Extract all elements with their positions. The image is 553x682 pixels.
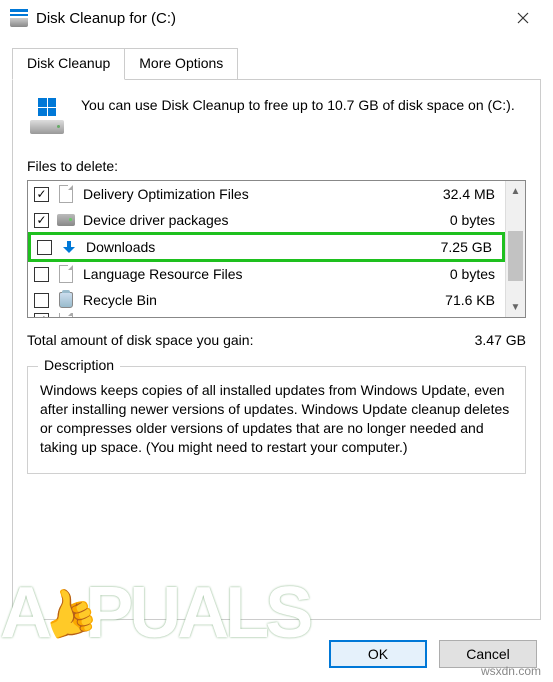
scroll-down-icon[interactable]: ▼ [506, 297, 525, 317]
file-size: 32.4 MB [443, 186, 499, 202]
page-icon [57, 313, 75, 317]
watermark-brand: A👍PUALS [0, 572, 309, 654]
drive-icon [57, 211, 75, 229]
file-list: Delivery Optimization Files32.4 MBDevice… [27, 180, 526, 318]
scrollbar[interactable]: ▲ ▼ [505, 181, 525, 317]
close-icon [517, 12, 529, 24]
tab-strip: Disk Cleanup More Options [12, 48, 541, 80]
checkbox[interactable] [34, 213, 49, 228]
file-name: Downloads [86, 239, 441, 255]
file-name: Delivery Optimization Files [83, 186, 443, 202]
checkbox[interactable] [37, 240, 52, 255]
list-item[interactable]: Temporary files3.01 MB [28, 313, 505, 317]
checkbox[interactable] [34, 187, 49, 202]
scroll-up-icon[interactable]: ▲ [506, 181, 525, 201]
ok-button[interactable]: OK [329, 640, 427, 668]
file-size: 7.25 GB [441, 239, 496, 255]
file-name: Temporary files [83, 315, 443, 317]
description-text: Windows keeps copies of all installed up… [40, 381, 513, 457]
window-title: Disk Cleanup for (C:) [36, 10, 501, 27]
total-label: Total amount of disk space you gain: [27, 332, 475, 348]
description-group: Description Windows keeps copies of all … [27, 366, 526, 474]
intro-row: You can use Disk Cleanup to free up to 1… [27, 96, 526, 136]
total-line: Total amount of disk space you gain: 3.4… [27, 332, 526, 348]
list-item[interactable]: Device driver packages0 bytes [28, 207, 505, 233]
cleanup-icon [27, 96, 67, 136]
down-icon [60, 238, 78, 256]
watermark-site: wsxdn.com [481, 664, 541, 678]
list-item[interactable]: Language Resource Files0 bytes [28, 261, 505, 287]
file-name: Language Resource Files [83, 266, 450, 282]
scroll-thumb[interactable] [508, 231, 523, 281]
file-name: Device driver packages [83, 212, 450, 228]
checkbox[interactable] [34, 293, 49, 308]
close-button[interactable] [501, 2, 545, 34]
file-size: 0 bytes [450, 266, 499, 282]
total-value: 3.47 GB [475, 332, 526, 348]
list-item[interactable]: Recycle Bin71.6 KB [28, 287, 505, 313]
intro-text: You can use Disk Cleanup to free up to 1… [81, 96, 526, 136]
tab-disk-cleanup[interactable]: Disk Cleanup [12, 48, 125, 80]
checkbox[interactable] [34, 267, 49, 282]
files-to-delete-label: Files to delete: [27, 158, 526, 174]
tab-more-options[interactable]: More Options [125, 48, 238, 80]
file-size: 0 bytes [450, 212, 499, 228]
file-size: 3.01 MB [443, 315, 499, 317]
description-legend: Description [38, 357, 120, 373]
bin-icon [57, 291, 75, 309]
checkbox[interactable] [34, 313, 49, 317]
page-icon [57, 185, 75, 203]
title-bar: Disk Cleanup for (C:) [0, 0, 553, 36]
page-icon [57, 265, 75, 283]
list-item[interactable]: Delivery Optimization Files32.4 MB [28, 181, 505, 207]
app-icon [10, 9, 28, 27]
tab-panel: You can use Disk Cleanup to free up to 1… [12, 80, 541, 620]
file-size: 71.6 KB [445, 292, 499, 308]
file-name: Recycle Bin [83, 292, 445, 308]
list-item[interactable]: Downloads7.25 GB [28, 232, 505, 262]
